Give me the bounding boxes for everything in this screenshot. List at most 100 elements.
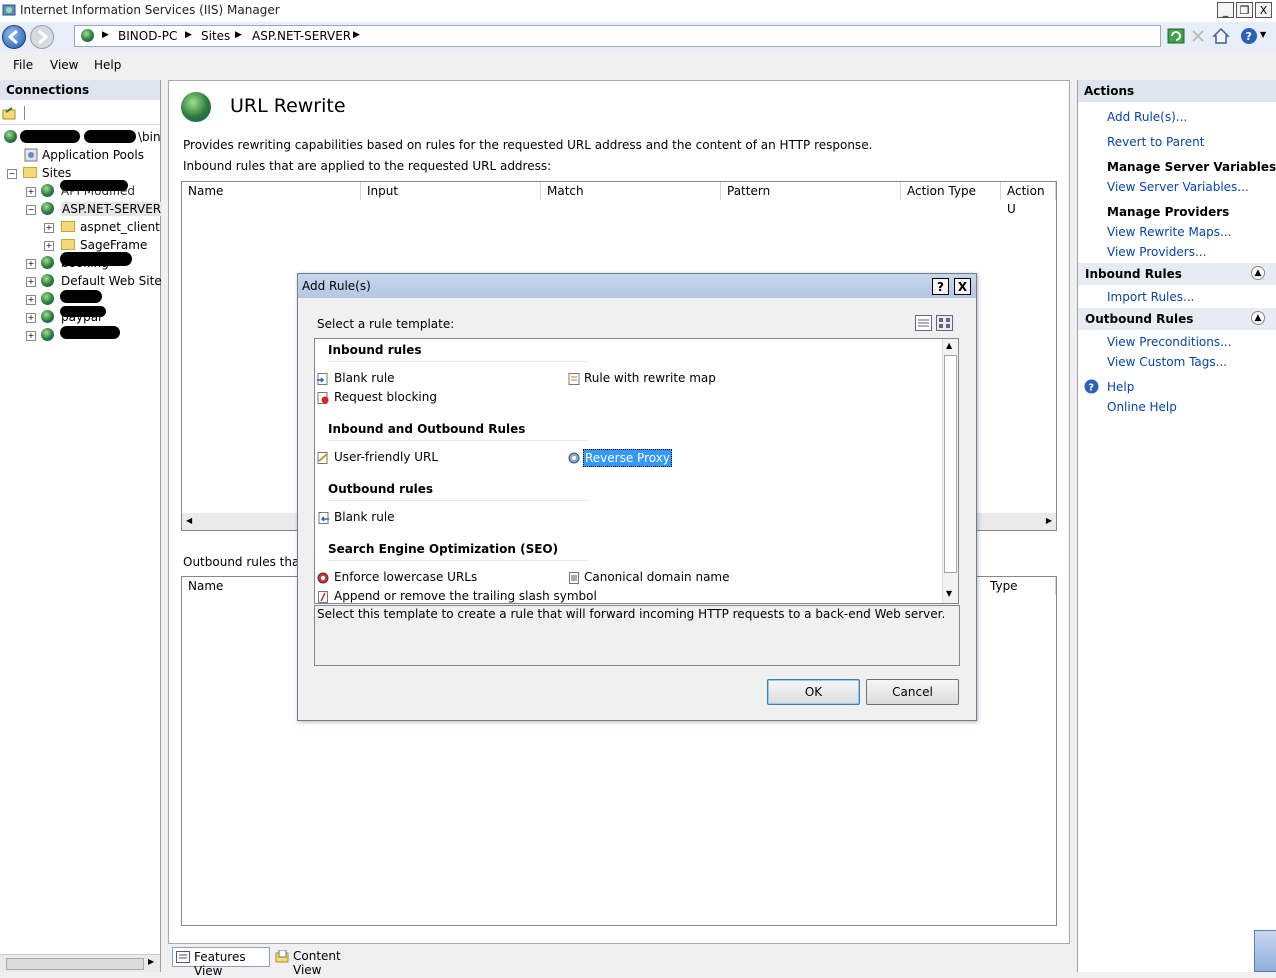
outbound-rules-section[interactable]: Outbound Rules ▲ — [1078, 308, 1276, 330]
template-outbound-blank-rule[interactable]: Blank rule — [334, 510, 395, 524]
scroll-left-icon[interactable]: ◀ — [186, 516, 192, 525]
tree-child-aspnet-client[interactable]: aspnet_client — [80, 220, 160, 234]
section-inbound-and-outbound-rules: Inbound and Outbound Rules — [328, 422, 526, 436]
column-header-action-url[interactable]: Action U — [1001, 182, 1056, 216]
menu-view[interactable]: View — [50, 58, 78, 72]
dialog-close-button[interactable]: X — [954, 278, 971, 295]
template-user-friendly-url[interactable]: User-friendly URL — [334, 450, 438, 464]
breadcrumb-separator-icon[interactable]: ▶ — [102, 30, 109, 40]
restore-button[interactable]: ❐ — [1236, 2, 1253, 18]
forward-button[interactable] — [30, 25, 54, 49]
view-providers-link[interactable]: View Providers... — [1107, 245, 1206, 259]
create-connection-icon[interactable] — [2, 106, 16, 120]
collapse-site-icon[interactable]: − — [26, 205, 36, 215]
tree-root-suffix[interactable]: \bin — [138, 130, 161, 144]
cancel-button[interactable]: Cancel — [866, 679, 959, 705]
revert-to-parent-link[interactable]: Revert to Parent — [1107, 135, 1204, 149]
tree-application-pools[interactable]: Application Pools — [42, 148, 144, 162]
tab-content-view[interactable]: Content View — [272, 947, 372, 977]
template-rule-with-rewrite-map[interactable]: Rule with rewrite map — [584, 371, 716, 385]
breadcrumb-separator-icon[interactable]: ▶ — [235, 30, 242, 40]
scrollbar-thumb[interactable] — [944, 355, 957, 573]
tiles-view-icon[interactable] — [936, 315, 953, 331]
user-friendly-url-icon — [317, 452, 328, 464]
template-blank-rule[interactable]: Blank rule — [334, 371, 395, 385]
section-outbound-rules: Outbound rules — [328, 482, 434, 496]
breadcrumb-separator-icon[interactable]: ▶ — [353, 30, 360, 40]
refresh-icon[interactable] — [1167, 27, 1185, 45]
scroll-right-icon[interactable]: ▶ — [148, 957, 154, 966]
collapse-up-icon[interactable]: ▲ — [1251, 311, 1265, 325]
close-window-button[interactable]: X — [1255, 2, 1272, 18]
menu-help[interactable]: Help — [94, 58, 121, 72]
expand-icon[interactable]: + — [44, 223, 54, 233]
online-help-link[interactable]: Online Help — [1107, 400, 1177, 414]
minimize-button[interactable]: _ — [1217, 2, 1234, 18]
tree-sites[interactable]: Sites — [42, 166, 71, 180]
home-icon[interactable] — [1212, 27, 1230, 45]
template-canonical-domain-name[interactable]: Canonical domain name — [584, 570, 730, 584]
template-enforce-lowercase-urls[interactable]: Enforce lowercase URLs — [334, 570, 477, 584]
expand-icon[interactable]: + — [26, 187, 36, 197]
menu-bar: File View Help — [0, 52, 1276, 78]
svg-text:?: ? — [1088, 383, 1094, 394]
rule-template-list[interactable]: Inbound rules Blank rule Rule with rewri… — [314, 338, 959, 604]
scrollbar-thumb[interactable] — [6, 958, 144, 970]
blank-rule-icon — [317, 373, 328, 385]
details-view-icon[interactable] — [915, 315, 932, 331]
column-header-match[interactable]: Match — [541, 182, 721, 200]
dialog-help-button[interactable]: ? — [932, 278, 949, 295]
stop-icon[interactable] — [1189, 27, 1207, 45]
tree-active-site[interactable]: ASP.NET-SERVER — [61, 202, 163, 216]
expand-icon[interactable]: + — [26, 295, 36, 305]
template-trailing-slash[interactable]: Append or remove the trailing slash symb… — [334, 589, 597, 603]
help-dropdown-icon[interactable]: ▼ — [1260, 30, 1266, 39]
expand-icon[interactable]: + — [26, 331, 36, 341]
help-icon[interactable]: ? — [1240, 27, 1258, 45]
collapse-up-icon[interactable]: ▲ — [1251, 266, 1265, 280]
breadcrumb-separator-icon[interactable]: ▶ — [185, 30, 192, 40]
expand-icon[interactable]: + — [26, 313, 36, 323]
scroll-right-icon[interactable]: ▶ — [1046, 516, 1052, 525]
toolbar-divider — [24, 106, 25, 120]
collapse-sites-icon[interactable]: − — [7, 169, 17, 179]
tree-default-web-site[interactable]: Default Web Site — [61, 274, 162, 288]
menu-file[interactable]: File — [13, 58, 33, 72]
import-rules-link[interactable]: Import Rules... — [1107, 290, 1194, 304]
dialog-title: Add Rule(s) — [302, 279, 371, 293]
view-server-variables-link[interactable]: View Server Variables... — [1107, 180, 1249, 194]
redacted-text — [84, 130, 136, 143]
view-custom-tags-link[interactable]: View Custom Tags... — [1107, 355, 1227, 369]
scroll-up-icon[interactable]: ▲ — [946, 341, 952, 350]
scroll-down-icon[interactable]: ▼ — [946, 589, 952, 598]
breadcrumb-sites[interactable]: Sites — [201, 29, 230, 43]
expand-icon[interactable]: + — [44, 241, 54, 251]
view-rewrite-maps-link[interactable]: View Rewrite Maps... — [1107, 225, 1231, 239]
expand-icon[interactable]: + — [26, 259, 36, 269]
help-link[interactable]: Help — [1107, 380, 1134, 394]
column-header-action-type[interactable]: Action Type — [901, 182, 1001, 200]
template-reverse-proxy[interactable]: Reverse Proxy — [583, 449, 672, 467]
ok-button[interactable]: OK — [767, 679, 860, 705]
request-blocking-icon — [317, 392, 329, 404]
breadcrumb-server[interactable]: BINOD-PC — [118, 29, 177, 43]
expand-icon[interactable]: + — [26, 277, 36, 287]
resize-grip[interactable] — [1254, 930, 1276, 972]
column-header-type[interactable]: Type — [984, 577, 1056, 595]
column-header-pattern[interactable]: Pattern — [721, 182, 901, 200]
add-rules-link[interactable]: Add Rule(s)... — [1107, 110, 1187, 124]
tab-features-view[interactable]: Features View — [172, 947, 270, 978]
tree-child-sageframe[interactable]: SageFrame — [80, 238, 147, 252]
view-preconditions-link[interactable]: View Preconditions... — [1107, 335, 1232, 349]
template-request-blocking[interactable]: Request blocking — [334, 390, 437, 404]
view-tabs: Features View Content View — [168, 944, 1070, 978]
inbound-rules-section[interactable]: Inbound Rules ▲ — [1078, 263, 1276, 285]
template-list-scrollbar[interactable]: ▲ ▼ — [942, 339, 958, 603]
column-header-input[interactable]: Input — [361, 182, 541, 200]
address-field[interactable]: ▶ BINOD-PC ▶ Sites ▶ ASP.NET-SERVER ▶ — [74, 25, 1161, 47]
column-header-name[interactable]: Name — [182, 182, 361, 200]
back-button[interactable] — [2, 25, 26, 49]
breadcrumb-site[interactable]: ASP.NET-SERVER — [252, 29, 351, 43]
connections-scrollbar[interactable]: ▶ — [0, 954, 160, 972]
section-divider — [328, 361, 588, 362]
